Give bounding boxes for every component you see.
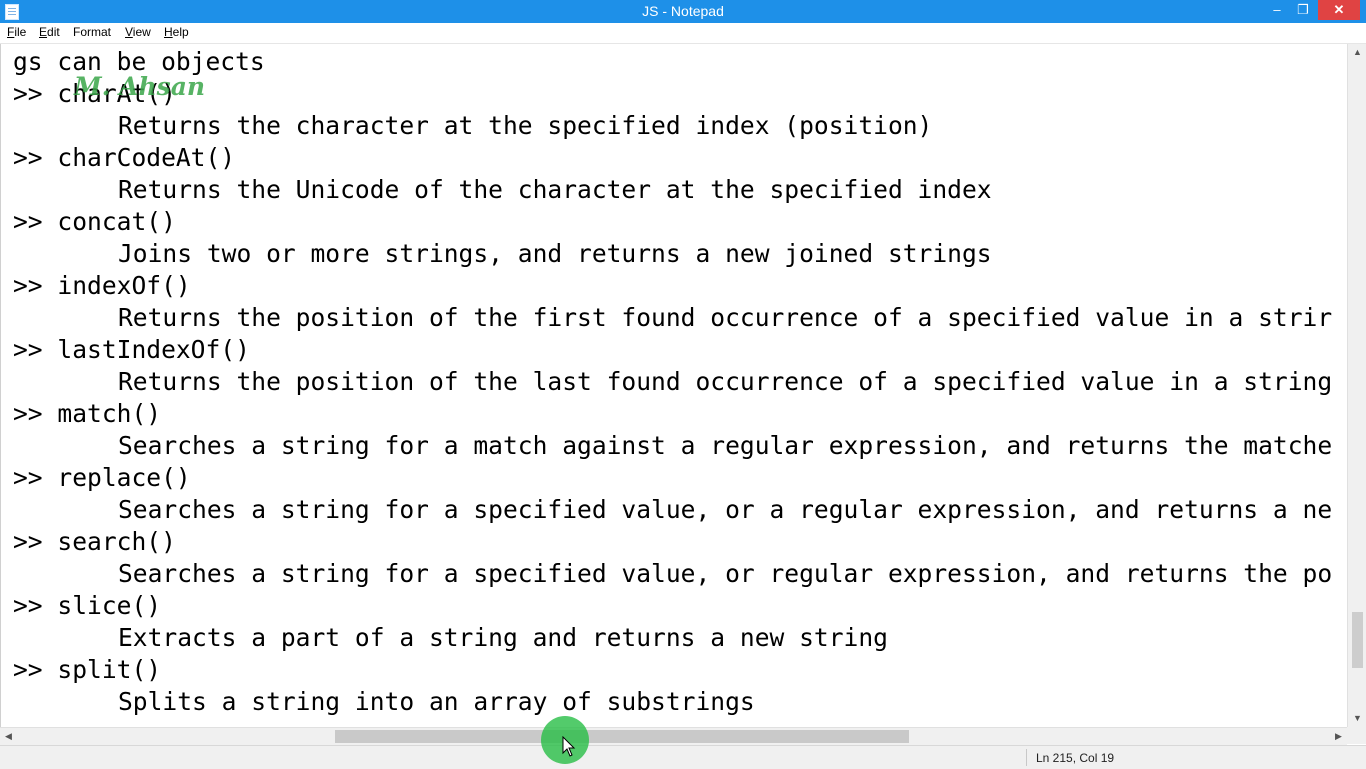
status-bar: Ln 215, Col 19	[0, 745, 1366, 769]
title-bar: JS - Notepad – ❐ ✕	[0, 0, 1366, 23]
window-title: JS - Notepad	[642, 3, 724, 19]
text-line: Returns the position of the first found …	[118, 303, 1333, 332]
text-line: Returns the position of the last found o…	[118, 367, 1333, 396]
text-line: Splits a string into an array of substri…	[118, 687, 755, 716]
text-line: >> replace()	[13, 463, 191, 492]
scrollbar-corner	[1347, 727, 1366, 744]
text-line: Searches a string for a specified value,…	[118, 559, 1333, 588]
editor-text: gs can be objects >> charAt() Returns the …	[13, 46, 1332, 718]
text-line: >> match()	[13, 399, 162, 428]
text-line: Extracts a part of a string and returns …	[118, 623, 888, 652]
scroll-down-icon[interactable]: ▼	[1348, 710, 1366, 727]
scroll-up-icon[interactable]: ▲	[1348, 44, 1366, 61]
horizontal-scrollbar[interactable]: ◀ ▶	[0, 727, 1347, 745]
text-line: >> indexOf()	[13, 271, 191, 300]
vertical-scrollbar[interactable]: ▲ ▼	[1347, 44, 1366, 727]
text-line: Joins two or more strings, and returns a…	[118, 239, 992, 268]
text-line: >> slice()	[13, 591, 162, 620]
text-line: Returns the Unicode of the character at …	[118, 175, 992, 204]
menu-help[interactable]: Help	[164, 25, 189, 39]
menu-bar: File Edit Format View Help	[0, 23, 1366, 44]
text-editor[interactable]: gs can be objects >> charAt() Returns the …	[0, 44, 1348, 727]
menu-format[interactable]: Format	[73, 25, 111, 39]
text-line: >> charCodeAt()	[13, 143, 236, 172]
mouse-cursor-icon	[562, 736, 576, 757]
status-divider	[1026, 749, 1027, 766]
minimize-icon[interactable]: –	[1262, 0, 1292, 20]
text-line: Searches a string for a match against a …	[118, 431, 1333, 460]
cursor-position: Ln 215, Col 19	[1036, 751, 1115, 765]
watermark: M. Ahsan	[74, 72, 206, 101]
menu-edit[interactable]: Edit	[39, 25, 60, 39]
close-icon[interactable]: ✕	[1318, 0, 1360, 20]
text-line: >> concat()	[13, 207, 176, 236]
text-line: Searches a string for a specified value,…	[118, 495, 1333, 524]
text-line: gs can be objects	[13, 47, 265, 76]
horizontal-scroll-thumb[interactable]	[334, 730, 909, 743]
text-line: >> charAt()	[13, 79, 176, 108]
scroll-right-icon[interactable]: ▶	[1330, 728, 1347, 745]
text-line: Returns the character at the specified i…	[118, 111, 933, 140]
maximize-icon[interactable]: ❐	[1292, 0, 1314, 20]
text-line: >> lastIndexOf()	[13, 335, 250, 364]
scroll-left-icon[interactable]: ◀	[0, 728, 17, 745]
text-line: >> search()	[13, 527, 176, 556]
vertical-scroll-thumb[interactable]	[1352, 612, 1363, 669]
menu-file[interactable]: File	[7, 25, 26, 39]
text-line: >> split()	[13, 655, 162, 684]
menu-view[interactable]: View	[125, 25, 151, 39]
